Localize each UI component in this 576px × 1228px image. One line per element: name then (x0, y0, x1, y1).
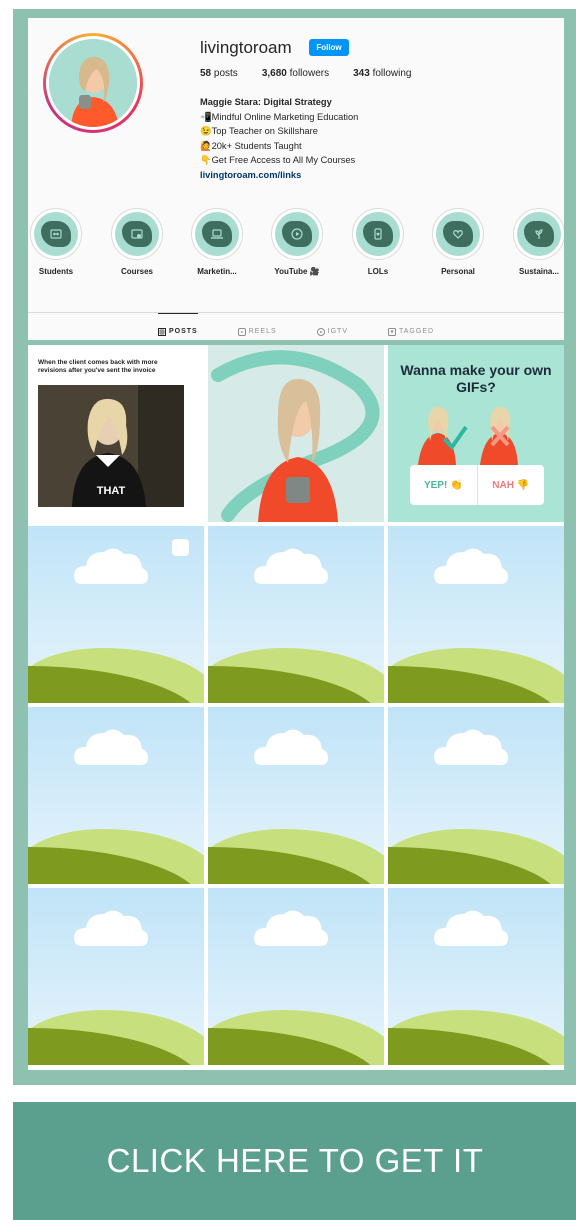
bio-line: 📲Mindful Online Marketing Education (200, 111, 359, 122)
meme-image: THAT (38, 385, 184, 507)
highlight-label: Personal (441, 267, 475, 276)
igtv-icon (316, 327, 325, 336)
highlight-students[interactable]: Students (28, 208, 95, 276)
cloud-icon (74, 548, 148, 584)
nah-button[interactable]: NAH 👎 (478, 465, 545, 505)
highlight-youtube[interactable]: YouTube 🎥 (258, 208, 336, 276)
placeholder-tile[interactable] (208, 888, 384, 1065)
bio-name: Maggie Stara: Digital Strategy (200, 97, 332, 107)
highlight-marketing[interactable]: Marketin... (178, 208, 256, 276)
placeholder-tile[interactable] (388, 707, 564, 884)
tag-icon (388, 327, 396, 336)
highlight-courses[interactable]: Courses (98, 208, 176, 276)
courses-icon (131, 229, 143, 239)
profile-stats: 58 posts 3,680 followers 343 following (200, 68, 411, 79)
cta-label: CLICK HERE TO GET IT (106, 1142, 484, 1179)
tab-reels[interactable]: REELS (237, 314, 277, 340)
laptop-icon (211, 229, 223, 239)
highlight-lols[interactable]: LOLs (339, 208, 417, 276)
grid-icon (157, 327, 166, 336)
meme-text: THAT (96, 485, 126, 497)
cloud-icon (254, 729, 328, 765)
cloud-icon (74, 729, 148, 765)
cta-button[interactable]: CLICK HERE TO GET IT (13, 1102, 576, 1220)
placeholder-tile[interactable] (208, 526, 384, 703)
bio-line: 🙋20k+ Students Taught (200, 140, 302, 151)
gif-choice-buttons: YEP! 👏 NAH 👎 (410, 465, 544, 505)
heart-icon (453, 229, 463, 239)
cloud-icon (434, 910, 508, 946)
follow-button[interactable]: Follow (309, 39, 349, 56)
following-count: 343 (353, 68, 370, 79)
highlight-personal[interactable]: Personal (419, 208, 497, 276)
post-photo (208, 345, 384, 522)
profile-username: livingtoroam (200, 38, 292, 57)
tab-igtv[interactable]: IGTV (316, 314, 348, 340)
tab-label: IGTV (327, 328, 348, 335)
placeholder-tile[interactable] (28, 707, 204, 884)
followers-stat[interactable]: 3,680 followers (262, 68, 329, 79)
posts-grid: When the client comes back with more rev… (28, 345, 564, 1070)
tab-posts[interactable]: POSTS (157, 313, 198, 340)
avatar[interactable] (43, 33, 143, 133)
cloud-icon (434, 548, 508, 584)
highlight-label: Marketin... (197, 267, 237, 276)
profile-bio: Maggie Stara: Digital Strategy 📲Mindful … (200, 95, 358, 183)
placeholder-tile[interactable] (208, 707, 384, 884)
highlight-label: YouTube 🎥 (274, 267, 320, 276)
tab-label: TAGGED (399, 328, 435, 335)
bio-line: 👇Get Free Access to All My Courses (200, 155, 356, 166)
tab-tagged[interactable]: TAGGED (388, 314, 434, 340)
tab-label: POSTS (168, 328, 198, 335)
reels-icon (237, 327, 246, 336)
tab-label: REELS (248, 328, 277, 335)
placeholder-tile[interactable] (388, 526, 564, 703)
play-icon (291, 228, 303, 240)
highlight-label: LOLs (367, 267, 389, 276)
posts-count: 58 (200, 68, 212, 79)
followers-count: 3,680 (261, 68, 287, 79)
igtv-badge-icon (172, 539, 189, 556)
profile-tabs: POSTS REELS IGTV TAGGED (28, 313, 564, 340)
posts-label: posts (213, 68, 238, 79)
following-stat[interactable]: 343 following (353, 68, 411, 79)
tabs-divider (28, 312, 564, 313)
posts-stat[interactable]: 58 posts (200, 68, 238, 79)
cloud-icon (434, 729, 508, 765)
story-highlights: Students Courses Marketin... YouTube 🎥 L… (28, 208, 564, 278)
phone-heart-icon (374, 228, 382, 240)
bio-line: 😉Top Teacher on Skillshare (200, 126, 318, 137)
cloud-icon (254, 548, 328, 584)
following-label: following (372, 68, 412, 79)
yes-button[interactable]: YEP! 👏 (410, 465, 478, 505)
highlight-sustainability[interactable]: Sustaina... (500, 208, 564, 276)
followers-label: followers (289, 68, 330, 79)
students-icon (50, 229, 62, 239)
cloud-icon (74, 910, 148, 946)
placeholder-tile[interactable] (28, 526, 204, 703)
profile-header: livingtoroam Follow 58 posts 3,680 follo… (28, 18, 564, 340)
highlight-label: Sustaina... (518, 267, 559, 276)
post-tile[interactable]: When the client comes back with more rev… (28, 345, 204, 522)
post-caption: When the client comes back with more rev… (38, 359, 158, 374)
post-tile[interactable] (208, 345, 384, 522)
bio-link[interactable]: livingtoroam.com/links (200, 168, 358, 183)
cloud-icon (254, 910, 328, 946)
highlight-label: Courses (120, 267, 153, 276)
highlight-label: Students (38, 267, 74, 276)
post-tile[interactable]: Wanna make your own GIFs? YEP! 👏 NAH 👎 (388, 345, 564, 522)
plant-icon (535, 229, 543, 239)
placeholder-tile[interactable] (28, 888, 204, 1065)
placeholder-tile[interactable] (388, 888, 564, 1065)
